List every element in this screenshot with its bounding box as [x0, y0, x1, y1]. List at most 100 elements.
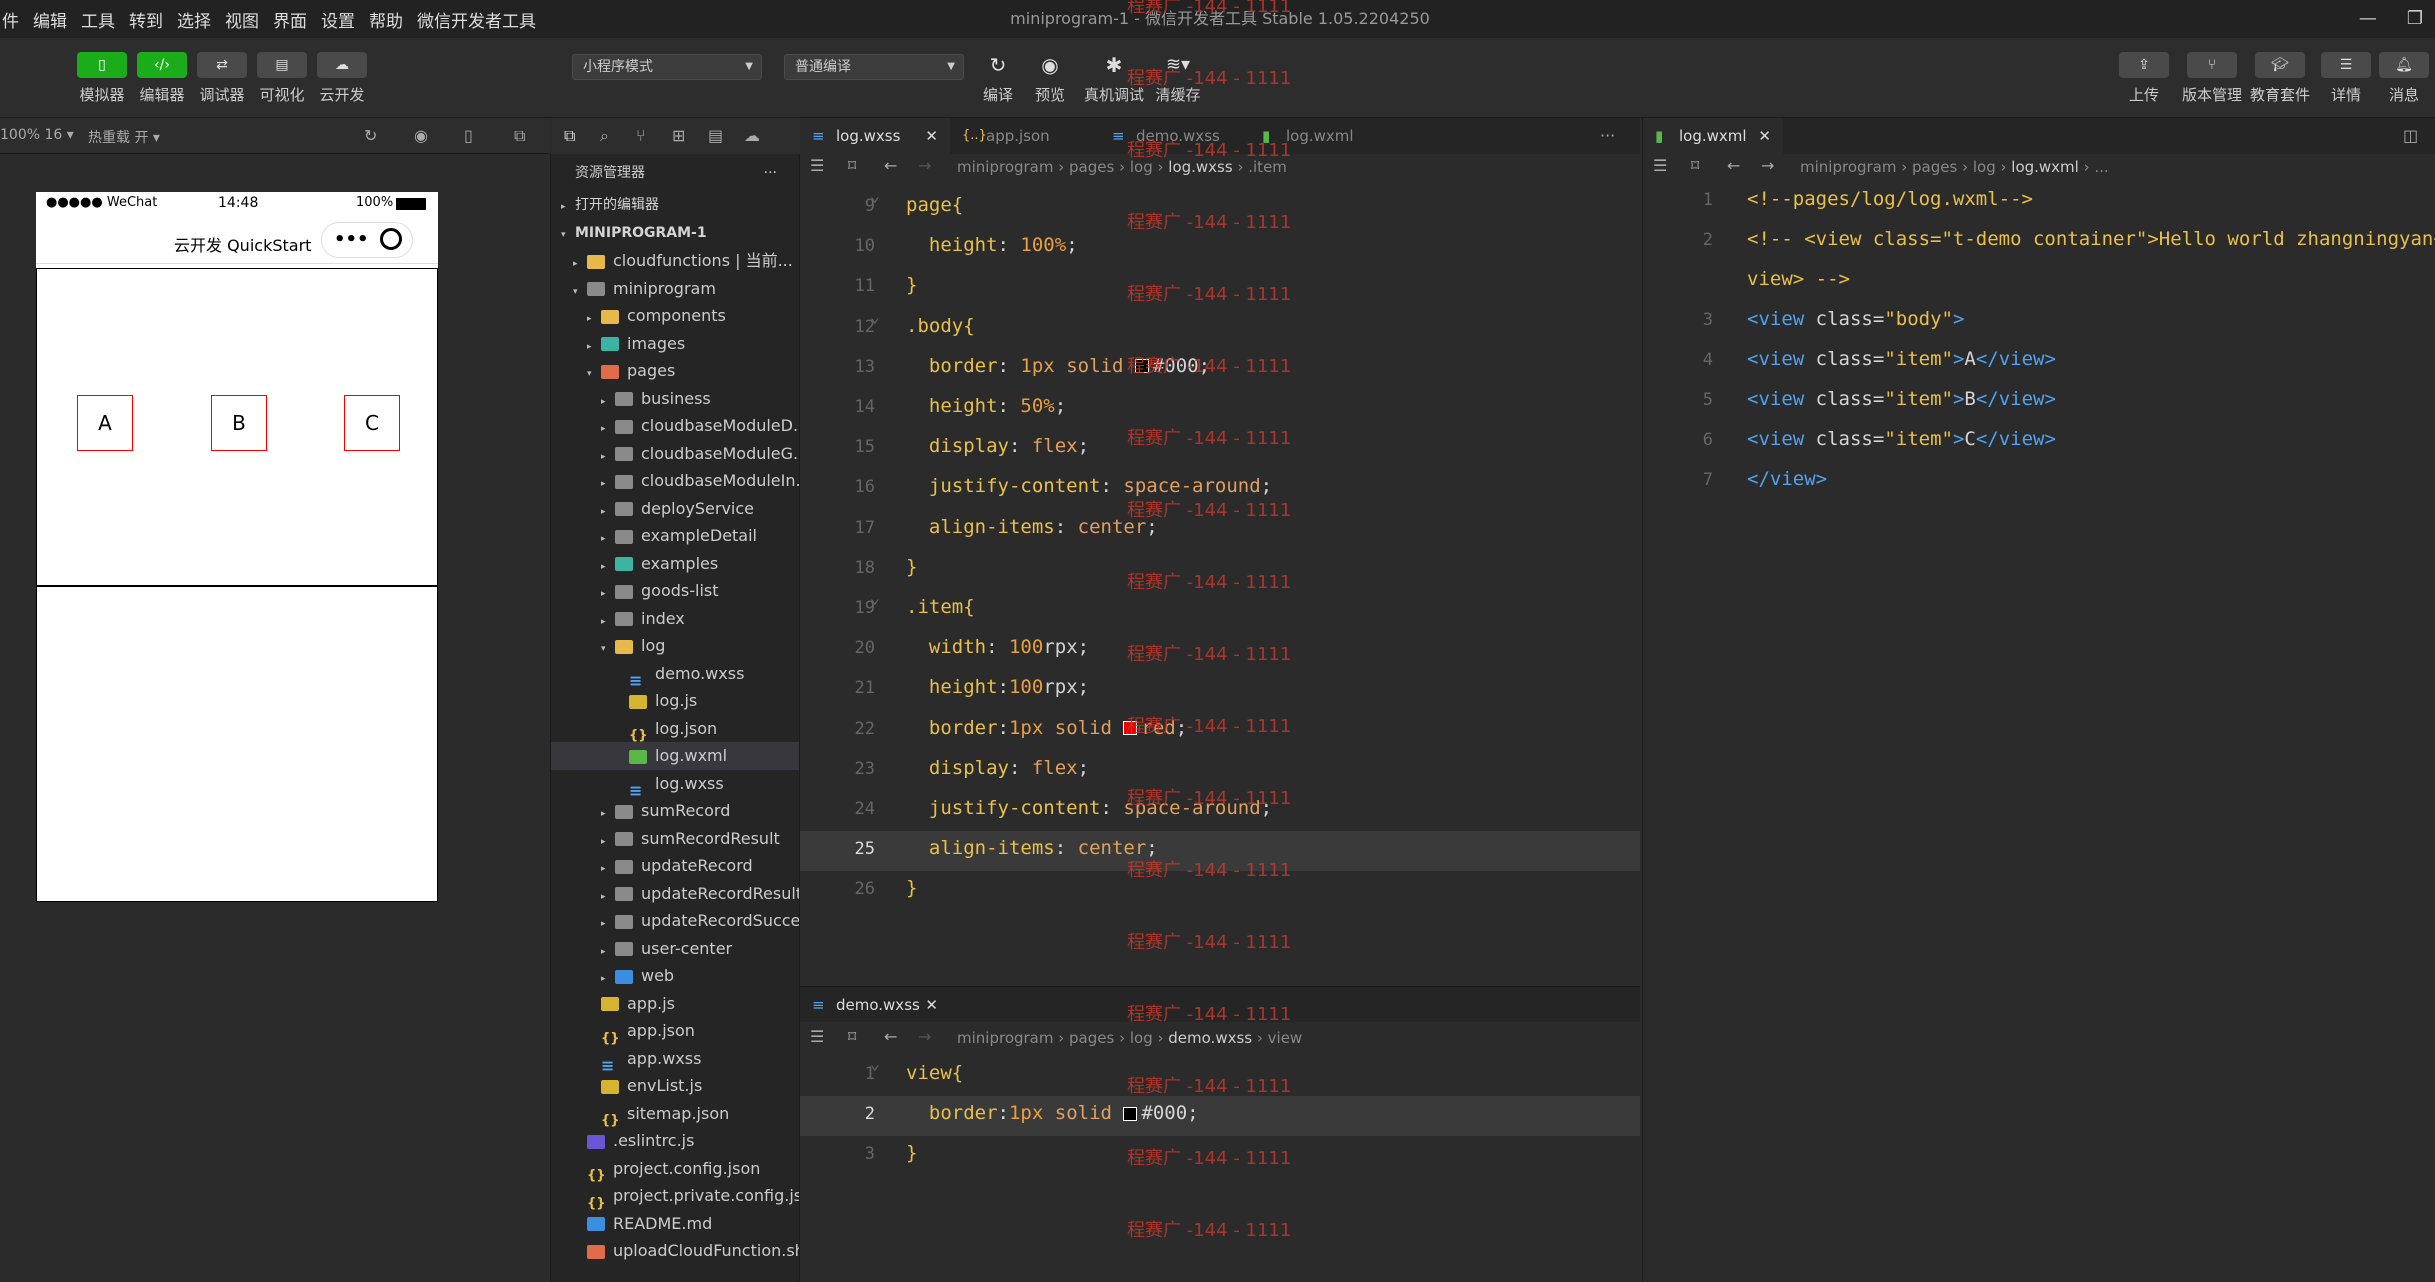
list-icon[interactable]: ☰ [810, 156, 824, 175]
list-icon[interactable]: ☰ [810, 1027, 824, 1046]
file-tree-item[interactable]: {} log.json [551, 715, 799, 743]
section-project[interactable]: ▾ MINIPROGRAM-1 [551, 220, 799, 248]
menu-item[interactable]: 微信开发者工具 [417, 7, 536, 32]
file-tree-item[interactable]: {} app.json [551, 1017, 799, 1045]
bookmark-icon[interactable]: ⌑ [848, 1027, 856, 1046]
file-tree-item[interactable]: uploadCloudFunction.sh [551, 1237, 799, 1265]
menu-item[interactable]: 帮助 [369, 7, 403, 32]
file-tree-item[interactable]: ▸ examples [551, 550, 799, 578]
file-tree-item[interactable]: {} sitemap.json [551, 1100, 799, 1128]
version-control-button[interactable]: ⑂ 版本管理 [2180, 52, 2244, 105]
close-icon[interactable]: ✕ [1758, 118, 1771, 154]
bookmark-icon[interactable]: ⌑ [848, 156, 856, 175]
menu-item[interactable]: 工具 [81, 7, 115, 32]
stop-icon[interactable]: ◉ [414, 126, 428, 145]
capsule-button[interactable]: ••• [321, 222, 413, 258]
split-editor-icon[interactable]: ◫ [2403, 126, 2418, 145]
menu-item[interactable]: 转到 [129, 7, 163, 32]
popout-icon[interactable]: ⧉ [514, 126, 525, 146]
file-tree-item[interactable]: ≡ app.wxss [551, 1045, 799, 1073]
tab-log-wxss[interactable]: ≡ log.wxss ✕ [800, 118, 950, 154]
file-tree-item[interactable]: envList.js [551, 1072, 799, 1100]
maximize-icon[interactable]: ❐ [2407, 8, 2423, 29]
file-tree-item[interactable]: README.md [551, 1210, 799, 1238]
close-circle-icon[interactable] [380, 228, 402, 250]
file-tree-item[interactable]: ▾ log [551, 632, 799, 660]
messages-button[interactable]: 🔔︎ 消息 [2372, 52, 2435, 105]
file-tree-item[interactable]: ▸ cloudbaseModuleG... [551, 440, 799, 468]
file-tree-item[interactable]: ▸ components [551, 302, 799, 330]
file-tree-item[interactable]: app.js [551, 990, 799, 1018]
file-tree-item[interactable]: ▸ exampleDetail [551, 522, 799, 550]
file-tree-item[interactable]: ▸ cloudbaseModuleIn... [551, 467, 799, 495]
file-tree-item[interactable]: ▾ pages [551, 357, 799, 385]
visual-toggle-button[interactable]: ▤ 可视化 [250, 52, 314, 105]
more-icon[interactable]: ··· [764, 154, 777, 192]
menu-item[interactable]: 设置 [321, 7, 355, 32]
cloud-icon[interactable]: ☁ [744, 126, 760, 145]
file-tree-item[interactable]: ▸ cloudbaseModuleD... [551, 412, 799, 440]
upload-button[interactable]: ⇪ 上传 [2112, 52, 2176, 105]
file-tree-item[interactable]: log.js [551, 687, 799, 715]
file-tree-item[interactable]: .eslintrc.js [551, 1127, 799, 1155]
file-tree-item[interactable]: ▸ cloudfunctions | 当前... [551, 247, 799, 275]
back-icon[interactable]: ← [884, 156, 897, 175]
files-icon[interactable]: ⧉ [564, 126, 575, 146]
menu-item[interactable]: 编辑 [33, 7, 67, 32]
bookmark-icon[interactable]: ⌑ [1691, 156, 1699, 175]
color-swatch[interactable] [1123, 1106, 1138, 1121]
more-icon[interactable]: ••• [334, 229, 369, 250]
file-tree-item[interactable]: ▸ index [551, 605, 799, 633]
back-icon[interactable]: ← [884, 1027, 897, 1046]
details-button[interactable]: ☰ 详情 [2314, 52, 2378, 105]
file-tree-item[interactable]: ≡ log.wxss [551, 770, 799, 798]
storage-icon[interactable]: ▤ [708, 126, 723, 145]
more-icon[interactable]: ··· [1600, 126, 1615, 145]
preview-button[interactable]: ◉ 预览 [1018, 52, 1082, 105]
file-tree-item[interactable]: ≡ demo.wxss [551, 660, 799, 688]
tab-app-json[interactable]: {..} app.json [950, 118, 1100, 154]
source-control-icon[interactable]: ⑂ [636, 126, 646, 145]
tab-log-wxml[interactable]: ▮ log.wxml ✕ [1643, 118, 1783, 154]
forward-icon[interactable]: → [918, 156, 931, 175]
editor-toggle-button[interactable]: ‹/› 编辑器 [130, 52, 194, 105]
close-icon[interactable]: ✕ [925, 118, 938, 154]
zoom-select[interactable]: 100% 16 ▾ [0, 127, 74, 143]
file-tree-item[interactable]: ▸ business [551, 385, 799, 413]
refresh-icon[interactable]: ↻ [364, 126, 377, 145]
file-tree-item[interactable]: ▸ goods-list [551, 577, 799, 605]
search-icon[interactable]: ⌕ [600, 126, 609, 146]
fold-chevron-icon[interactable]: ⌄ [860, 1054, 880, 1074]
menu-item[interactable]: 选择 [177, 7, 211, 32]
fold-chevron-icon[interactable]: ⌄ [860, 307, 880, 327]
close-icon[interactable]: ✕ [925, 987, 938, 1023]
extensions-icon[interactable]: ⊞ [672, 126, 685, 145]
file-tree-item[interactable]: ▸ updateRecordResult [551, 880, 799, 908]
list-icon[interactable]: ☰ [1653, 156, 1667, 175]
code-editor-right[interactable]: 1 <!--pages/log/log.wxml--> 2 <!-- <view cl… [1642, 180, 2435, 1282]
education-kit-button[interactable]: 🎓︎ 教育套件 [2248, 52, 2312, 105]
file-tree-item[interactable]: ▸ sumRecord [551, 797, 799, 825]
compile-select[interactable]: 普通编译 ▼ [784, 54, 964, 80]
file-tree-item[interactable]: ▸ images [551, 330, 799, 358]
file-tree-item[interactable]: ▸ sumRecordResult [551, 825, 799, 853]
menu-item[interactable]: 界面 [273, 7, 307, 32]
file-tree-item[interactable]: ▸ user-center [551, 935, 799, 963]
fold-chevron-icon[interactable]: ⌄ [860, 186, 880, 206]
file-tree-item[interactable]: {} project.config.json [551, 1155, 799, 1183]
file-tree-item[interactable]: ▸ updateRecord [551, 852, 799, 880]
simulator-toggle-button[interactable]: ▯ 模拟器 [70, 52, 134, 105]
menu-item[interactable]: 件 [2, 7, 19, 32]
file-tree-item[interactable]: {} project.private.config.js... [551, 1182, 799, 1210]
tab-demo-wxss[interactable]: ≡ demo.wxss ✕ [800, 987, 950, 1023]
debugger-toggle-button[interactable]: ⇄ 调试器 [190, 52, 254, 105]
file-tree-item[interactable]: log.wxml [551, 742, 799, 770]
file-tree-item[interactable]: ▾ miniprogram [551, 275, 799, 303]
device-icon[interactable]: ▯ [464, 126, 473, 145]
file-tree-item[interactable]: ▸ deployService [551, 495, 799, 523]
fold-chevron-icon[interactable]: ⌄ [860, 588, 880, 608]
file-tree-item[interactable]: ▸ updateRecordSuccess [551, 907, 799, 935]
minimize-icon[interactable]: — [2359, 8, 2377, 29]
back-icon[interactable]: ← [1727, 156, 1740, 175]
forward-icon[interactable]: → [1761, 156, 1774, 175]
